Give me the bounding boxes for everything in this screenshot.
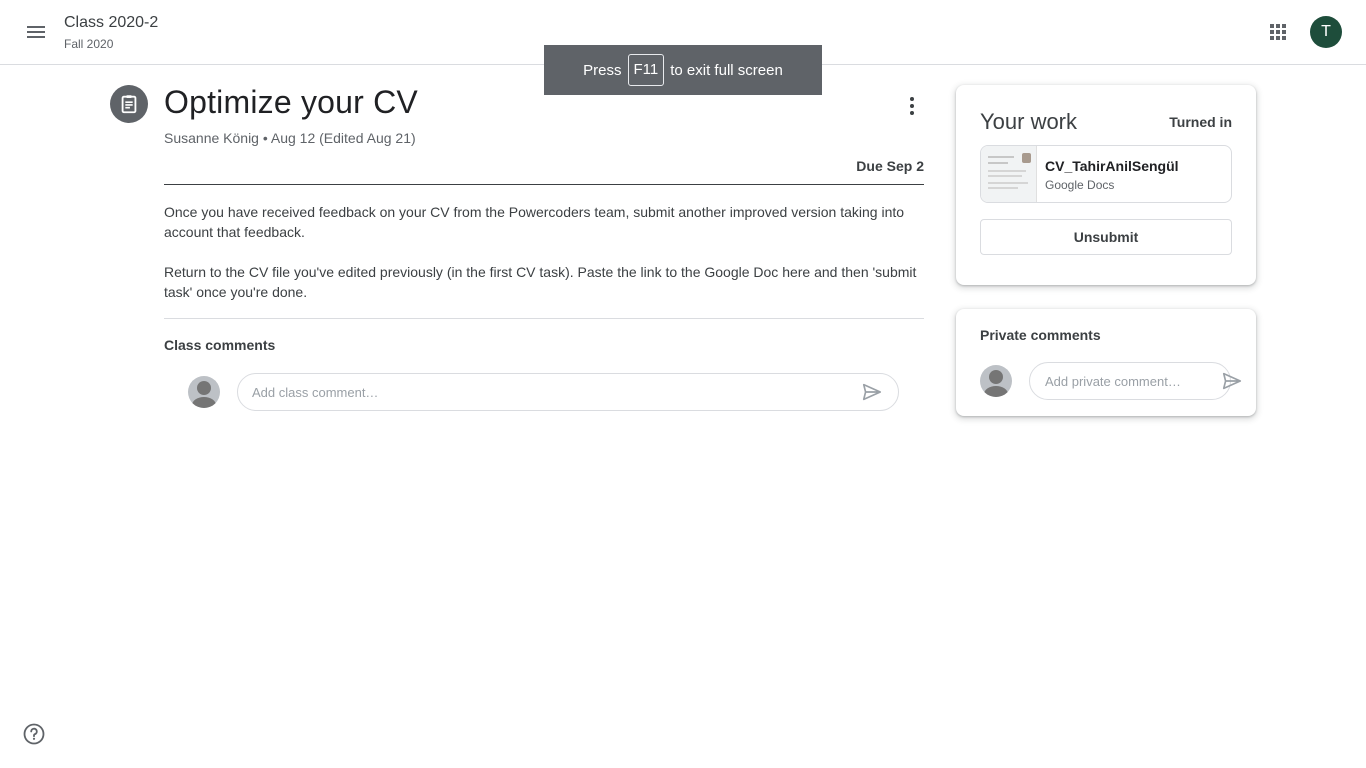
fullscreen-notice: Press F11 to exit full screen xyxy=(544,45,822,95)
google-apps-button[interactable] xyxy=(1258,12,1298,52)
unsubmit-button[interactable]: Unsubmit xyxy=(980,219,1232,255)
your-work-card: Your work Turned in CV_TahirAnilSengül G… xyxy=(956,85,1256,285)
f11-key-label: F11 xyxy=(627,54,665,86)
account-avatar[interactable]: T xyxy=(1310,16,1342,48)
main-menu-button[interactable] xyxy=(16,12,56,52)
apps-grid-icon xyxy=(1270,24,1286,40)
attachment-type: Google Docs xyxy=(1045,178,1115,192)
private-comment-field[interactable] xyxy=(1029,362,1242,400)
class-comment-send-button[interactable] xyxy=(860,380,884,404)
class-name[interactable]: Class 2020-2 xyxy=(64,14,158,32)
assignment-meta: Susanne König • Aug 12 (Edited Aug 21) xyxy=(164,130,416,146)
private-comment-input[interactable] xyxy=(1045,373,1221,389)
hamburger-menu-icon xyxy=(27,26,45,38)
description-paragraph: Return to the CV file you've edited prev… xyxy=(164,264,917,300)
commenter-avatar xyxy=(188,376,220,408)
attachment-card[interactable]: CV_TahirAnilSengül Google Docs xyxy=(980,145,1232,203)
submission-status: Turned in xyxy=(1169,114,1232,130)
commenter-avatar xyxy=(980,365,1012,397)
send-icon xyxy=(862,383,882,401)
class-comment-input[interactable] xyxy=(252,384,860,400)
class-comment-field[interactable] xyxy=(237,373,899,411)
help-icon xyxy=(23,723,45,745)
assignment-description: Once you have received feedback on your … xyxy=(164,202,928,302)
class-comments-label: Class comments xyxy=(164,337,276,353)
due-date: Due Sep 2 xyxy=(856,158,924,174)
more-options-button[interactable] xyxy=(894,88,930,124)
more-vert-icon xyxy=(910,97,914,115)
fullscreen-notice-suffix: to exit full screen xyxy=(670,61,783,79)
fullscreen-notice-prefix: Press xyxy=(583,61,622,79)
description-paragraph: Once you have received feedback on your … xyxy=(164,204,905,240)
header-divider xyxy=(164,184,924,185)
your-work-title: Your work xyxy=(980,109,1078,134)
class-section: Fall 2020 xyxy=(64,37,114,51)
private-comments-card: Private comments xyxy=(956,309,1256,416)
attachment-name: CV_TahirAnilSengül xyxy=(1045,158,1179,174)
comments-divider xyxy=(164,318,924,319)
help-button[interactable] xyxy=(22,722,46,746)
private-comment-send-button[interactable] xyxy=(1221,369,1243,393)
document-thumbnail xyxy=(981,146,1037,202)
assignment-icon xyxy=(110,85,148,123)
assignment-title: Optimize your CV xyxy=(164,84,418,120)
send-icon xyxy=(1222,372,1242,390)
private-comments-label: Private comments xyxy=(980,327,1101,343)
